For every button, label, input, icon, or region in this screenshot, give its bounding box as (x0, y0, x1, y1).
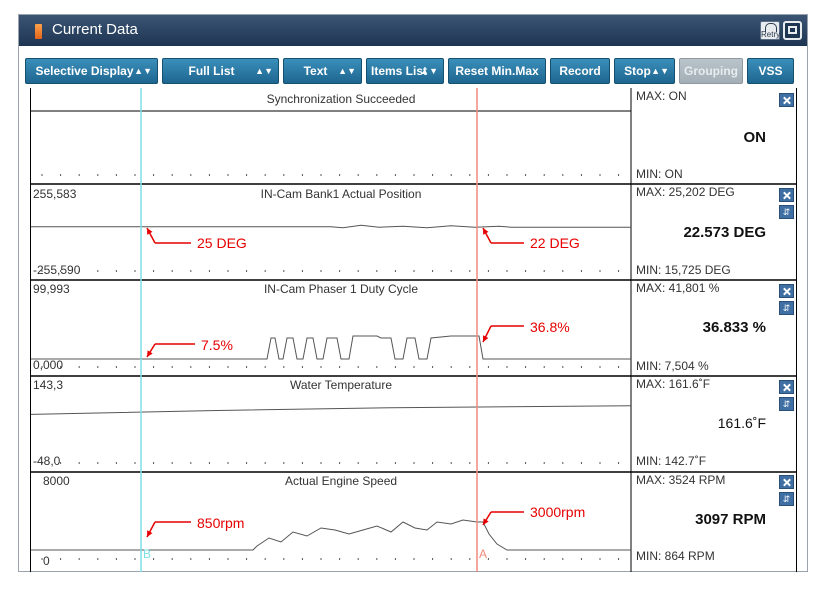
signal-trace (31, 335, 631, 360)
min-value: MIN: 15,725 DEG (636, 263, 731, 277)
graph-panel-area[interactable]: Synchronization Succeeded MAX: ON ON MIN… (30, 88, 797, 572)
scale-min: -48,0 (33, 454, 61, 468)
selective-display-label: Selective Display (35, 64, 134, 78)
min-value: MIN: ON (636, 167, 683, 181)
reorder-icon[interactable]: ⇵ (779, 397, 794, 411)
close-panel-button[interactable] (779, 284, 794, 298)
reorder-icon[interactable]: ⇵ (779, 301, 794, 315)
text-label: Text (303, 64, 328, 78)
grouping-button[interactable]: Grouping (679, 58, 743, 84)
items-list-label: Items List (370, 64, 427, 78)
window-icon (35, 24, 42, 39)
current-data-window: Current Data Retry Selective Display ▲▼ … (18, 14, 808, 572)
grouping-label: Grouping (684, 64, 738, 78)
stop-label: Stop (624, 64, 651, 78)
title-bar: Current Data Retry (19, 15, 807, 46)
current-value: 36.833 % (702, 319, 766, 336)
annotation: 25 DEG (197, 235, 247, 251)
scale-max: 143,3 (33, 378, 64, 392)
scale-min: -255,590 (33, 263, 81, 277)
max-value: MAX: 161.6˚F (636, 377, 711, 391)
full-list-button[interactable]: Full List ▲▼ (162, 58, 279, 84)
panel-title: IN-Cam Bank1 Actual Position (260, 187, 422, 201)
current-value: 161.6˚F (717, 415, 766, 431)
cursor-a-label: A (479, 547, 488, 561)
panel-title: Actual Engine Speed (284, 474, 398, 488)
full-list-label: Full List (188, 64, 235, 78)
retry-button[interactable]: Retry (760, 21, 780, 40)
panel-title: Synchronization Succeeded (266, 92, 416, 106)
min-value: MIN: 864 RPM (636, 549, 715, 563)
annotation: 3000rpm (530, 504, 586, 520)
annotation: 22 DEG (530, 235, 580, 251)
reorder-icon[interactable]: ⇵ (779, 205, 794, 219)
annotation: 36.8% (530, 319, 570, 335)
spinner-icon: ▲▼ (651, 66, 669, 76)
reset-min-max-button[interactable]: Reset Min.Max (448, 58, 546, 84)
scale-min: 0,000 (33, 358, 64, 372)
items-list-button[interactable]: Items List ▲▼ (366, 58, 444, 84)
scale-max: 255,583 (33, 187, 77, 201)
scale-max: 8000 (43, 474, 70, 488)
scale-max: 99,993 (33, 282, 70, 296)
toolbar: Selective Display ▲▼ Full List ▲▼ Text ▲… (19, 46, 807, 84)
record-label: Record (559, 64, 601, 78)
reorder-icon[interactable]: ⇵ (779, 492, 794, 506)
max-value: MAX: 41,801 % (636, 281, 720, 295)
cursor-b-label: B (143, 547, 152, 561)
text-button[interactable]: Text ▲▼ (283, 58, 362, 84)
panel-title: IN-Cam Phaser 1 Duty Cycle (263, 282, 419, 296)
scale-min: 0 (43, 554, 50, 568)
spinner-icon: ▲▼ (134, 66, 152, 76)
maximize-button[interactable] (783, 21, 802, 40)
reset-min-max-label: Reset Min.Max (455, 64, 539, 78)
close-panel-button[interactable] (779, 93, 794, 107)
annotation: 7.5% (201, 337, 233, 353)
signal-trace (31, 519, 631, 551)
signal-trace (31, 405, 632, 415)
stop-button[interactable]: Stop ▲▼ (614, 58, 675, 84)
close-panel-button[interactable] (779, 188, 794, 202)
vss-button[interactable]: VSS (747, 58, 794, 84)
spinner-icon: ▲▼ (420, 66, 438, 76)
close-panel-button[interactable] (779, 475, 794, 489)
close-panel-button[interactable] (779, 380, 794, 394)
max-value: MAX: 25,202 DEG (636, 185, 735, 199)
retry-icon (765, 23, 777, 32)
record-button[interactable]: Record (550, 58, 610, 84)
signal-trace (31, 224, 631, 229)
max-value: MAX: 3524 RPM (636, 473, 726, 487)
max-value: MAX: ON (636, 89, 687, 103)
vss-label: VSS (758, 64, 783, 78)
min-value: MIN: 142.7˚F (636, 454, 707, 468)
current-value: 22.573 DEG (683, 224, 766, 241)
graph-canvas[interactable] (31, 88, 797, 572)
spinner-icon: ▲▼ (255, 66, 273, 76)
window-title: Current Data (52, 21, 138, 38)
current-value: ON (743, 129, 767, 146)
selective-display-button[interactable]: Selective Display ▲▼ (25, 58, 158, 84)
panel-title: Water Temperature (289, 378, 393, 392)
min-value: MIN: 7,504 % (636, 359, 709, 373)
annotation: 850rpm (197, 515, 245, 531)
current-value: 3097 RPM (695, 511, 766, 528)
screenshot-frame: Current Data Retry Selective Display ▲▼ … (0, 0, 823, 604)
spinner-icon: ▲▼ (338, 66, 356, 76)
